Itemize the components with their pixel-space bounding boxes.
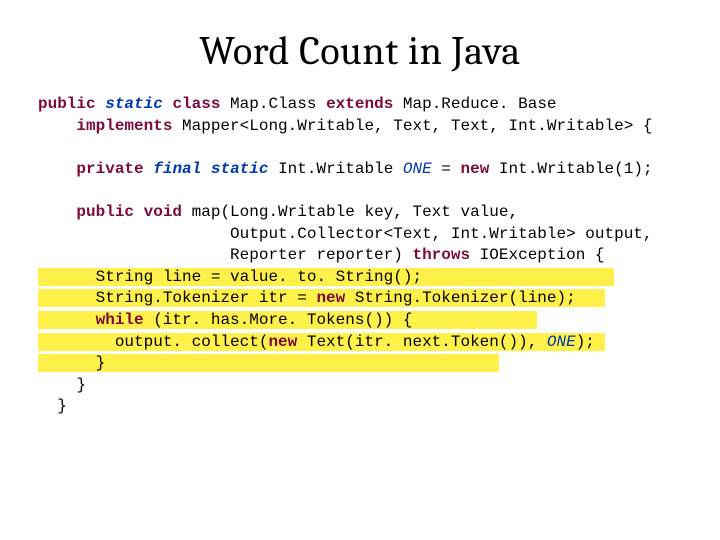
kw-public-2: public: [76, 203, 134, 221]
slide-title: Word Count in Java: [0, 0, 720, 94]
hl-line-5: }: [38, 354, 499, 372]
kw-static-1: static: [105, 95, 163, 113]
kw-implements: implements: [76, 117, 172, 135]
hl-line-2: String.Tokenizer itr = new String.Tokeni…: [38, 289, 605, 307]
code-block: public static class Map.Class extends Ma…: [0, 94, 720, 418]
kw-while: while: [96, 311, 144, 329]
hl-line-1: String line = value. to. String();: [38, 268, 614, 286]
slide: Word Count in Java public static class M…: [0, 0, 720, 540]
kw-new-2: new: [316, 289, 345, 307]
kw-new-1: new: [461, 160, 490, 178]
kw-void: void: [144, 203, 182, 221]
const-one-1: ONE: [403, 160, 432, 178]
kw-private: private: [76, 160, 143, 178]
kw-extends: extends: [326, 95, 393, 113]
kw-class: class: [172, 95, 220, 113]
const-one-2: ONE: [547, 333, 576, 351]
kw-throws: throws: [412, 246, 470, 264]
kw-new-3: new: [268, 333, 297, 351]
kw-final: final: [153, 160, 201, 178]
hl-line-3: while (itr. has.More. Tokens()) {: [38, 311, 537, 329]
hl-line-4: output. collect(new Text(itr. next.Token…: [38, 333, 605, 351]
kw-static-2: static: [211, 160, 269, 178]
kw-public-1: public: [38, 95, 96, 113]
